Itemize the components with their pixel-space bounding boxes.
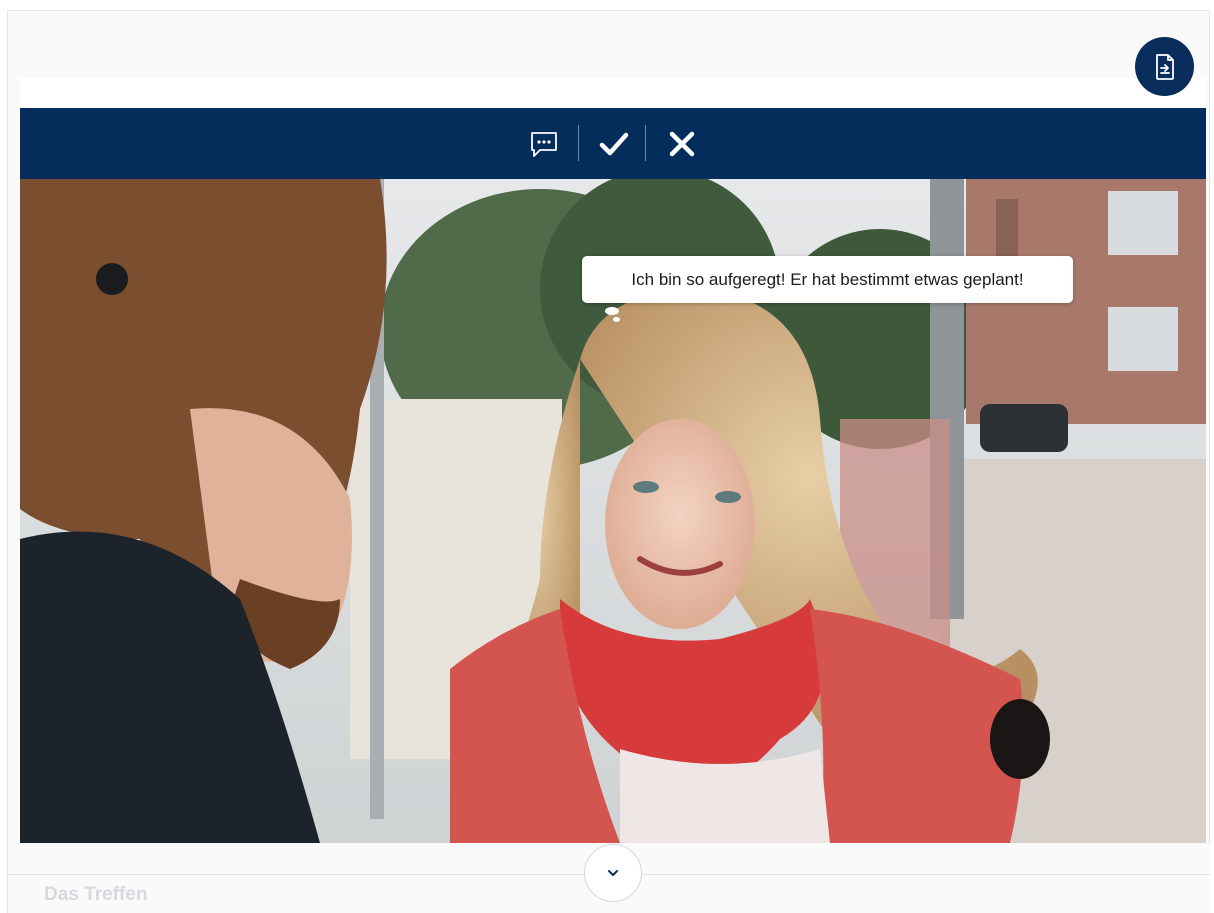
- checkmark-icon: [599, 132, 629, 156]
- close-x-icon: [669, 131, 695, 157]
- comment-button[interactable]: [526, 124, 562, 164]
- toolbar-divider: [578, 125, 579, 161]
- export-document-button[interactable]: [1135, 37, 1194, 96]
- speech-bubble-dots-icon: [531, 132, 557, 157]
- video-toolbar: [20, 108, 1206, 179]
- toolbar-divider: [645, 125, 646, 161]
- file-export-icon: [1155, 53, 1174, 80]
- confirm-button[interactable]: [596, 124, 632, 164]
- section-title: Das Treffen: [44, 884, 148, 905]
- thought-bubble-dot: [605, 307, 619, 315]
- thought-bubble-dot: [613, 317, 620, 322]
- subtitle-bubble: Ich bin so aufgeregt! Er hat bestimmt et…: [582, 256, 1073, 303]
- header-strip: [20, 78, 1206, 108]
- chevron-down-icon: [608, 870, 618, 876]
- close-button[interactable]: [664, 124, 700, 164]
- expand-button[interactable]: [584, 844, 642, 902]
